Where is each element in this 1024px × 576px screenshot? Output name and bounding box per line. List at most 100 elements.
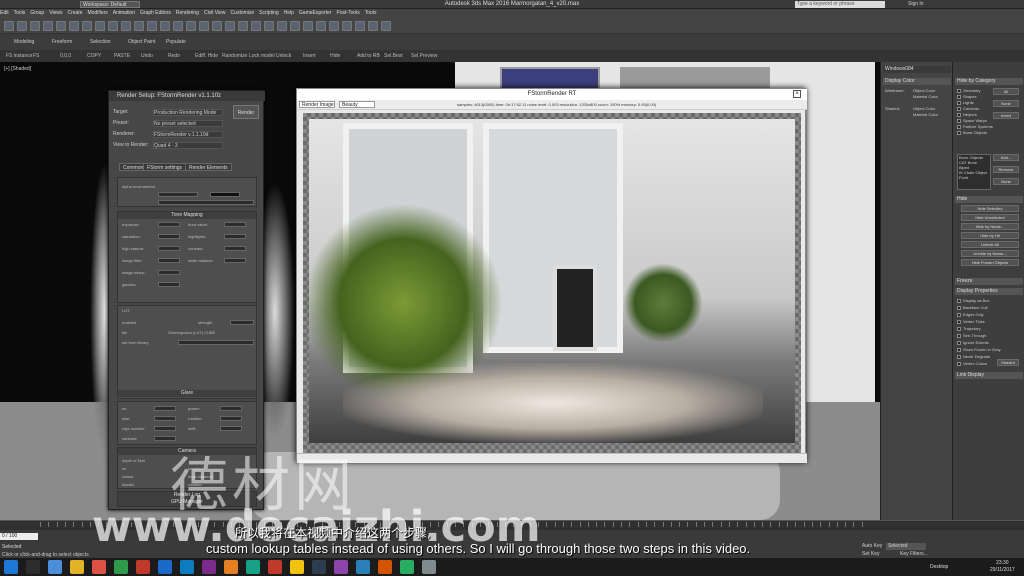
graphite-icon[interactable] (290, 21, 300, 31)
redo-icon[interactable] (17, 21, 27, 31)
checkbox-icon[interactable] (957, 118, 961, 123)
category-none-button[interactable]: None (993, 100, 1019, 107)
glare-field-input[interactable] (220, 426, 242, 431)
menu-item-views[interactable]: Views (49, 10, 62, 16)
render-icon[interactable] (368, 21, 378, 31)
lut-strength-field[interactable] (230, 320, 254, 325)
display-prop-1[interactable]: Backface Cull (957, 305, 987, 310)
tone-field-input[interactable] (158, 246, 180, 251)
rs-row-value[interactable]: No preset selected (153, 120, 223, 127)
snap-icon[interactable] (186, 21, 196, 31)
edge-icon[interactable] (158, 560, 172, 574)
display-properties-header[interactable]: Display Properties (955, 288, 1023, 295)
mirror-icon[interactable] (251, 21, 261, 31)
checkbox-icon[interactable] (957, 312, 961, 317)
illustrator-icon[interactable] (224, 560, 238, 574)
desktop-label[interactable]: Desktop (930, 564, 948, 570)
object-color-radio-2[interactable]: Object Color (913, 106, 935, 111)
hide-button-2[interactable]: Hide by Name... (961, 223, 1019, 230)
word-icon[interactable] (356, 560, 370, 574)
hide-button-1[interactable]: Hide Unselected (961, 214, 1019, 221)
rs-row-value[interactable]: Production Rendering Mode (153, 109, 223, 116)
hide-button-4[interactable]: Unhide All (961, 241, 1019, 248)
menu-item-rendering[interactable]: Rendering (176, 10, 199, 16)
category-particle-systems[interactable]: Particle Systems (957, 124, 993, 129)
mail-icon[interactable] (136, 560, 150, 574)
viewport-label[interactable]: [+] [Shaded] (4, 66, 31, 72)
display-color-header[interactable]: Display Color (883, 78, 951, 85)
display-prop-0[interactable]: Display as Box (957, 298, 989, 303)
render-canvas[interactable] (303, 113, 801, 453)
glare-header[interactable]: Glare (118, 390, 256, 397)
menu-item-edit[interactable]: Edit (0, 10, 9, 16)
frame-counter[interactable]: 0 / 100 (0, 533, 38, 540)
menu-item-animation[interactable]: Animation (113, 10, 135, 16)
checkbox-icon[interactable] (957, 298, 961, 303)
menu-item-group[interactable]: Group (30, 10, 44, 16)
taskview-icon[interactable] (48, 560, 62, 574)
material-editor-icon[interactable] (329, 21, 339, 31)
checkbox-icon[interactable] (957, 333, 961, 338)
chrome-icon[interactable] (92, 560, 106, 574)
custom-tool-6[interactable]: Redo (168, 53, 180, 59)
menu-item-scripting[interactable]: Scripting (259, 10, 278, 16)
tone-field-input[interactable] (158, 282, 180, 287)
schematic-icon[interactable] (316, 21, 326, 31)
link-display-header[interactable]: Link Display (955, 372, 1023, 379)
checkbox-icon[interactable] (957, 319, 961, 324)
scale-icon[interactable] (147, 21, 157, 31)
hide-header[interactable]: Hide (955, 196, 1023, 203)
category-all-button[interactable]: All (993, 88, 1019, 95)
selected-dropdown[interactable]: Selected (886, 543, 926, 550)
object-color-radio[interactable]: Object Color (913, 88, 935, 93)
color-swatch[interactable] (210, 192, 240, 197)
region-icon[interactable] (95, 21, 105, 31)
rs-row-value[interactable]: FStormRender v.1.1.10d (153, 131, 223, 138)
menu-item-customize[interactable]: Customize (231, 10, 255, 16)
alpha-field[interactable] (158, 192, 198, 197)
ribbon-tab-object-paint[interactable]: Object Paint (128, 39, 155, 45)
checkbox-icon[interactable] (957, 130, 961, 135)
ref-coord-icon[interactable] (160, 21, 170, 31)
rs-row-value[interactable]: Quad 4 - 3 (153, 142, 223, 149)
hide-button-6[interactable]: Hide Frozen Objects (961, 259, 1019, 266)
menu-item-graph-editors[interactable]: Graph Editors (140, 10, 171, 16)
rotate-icon[interactable] (134, 21, 144, 31)
ribbon-tab-populate[interactable]: Populate (166, 39, 186, 45)
category-helpers[interactable]: Helpers (957, 112, 977, 117)
tone-mapping-header[interactable]: Tone Mapping (118, 212, 256, 219)
setkey-label[interactable]: Set Key (862, 551, 880, 557)
settings-icon[interactable] (422, 560, 436, 574)
display-prop-9[interactable]: Vertex Colors (957, 361, 987, 366)
close-icon[interactable]: × (793, 90, 801, 98)
menu-item-create[interactable]: Create (67, 10, 82, 16)
store-icon[interactable] (114, 560, 128, 574)
tone-field-input[interactable] (224, 246, 246, 251)
display-prop-5[interactable]: See-Through (957, 333, 986, 338)
display-prop-4[interactable]: Trajectory (957, 326, 981, 331)
custom-tool-9[interactable]: Lock model (249, 53, 275, 59)
select-name-icon[interactable] (82, 21, 92, 31)
custom-tool-13[interactable]: Add to RB (357, 53, 380, 59)
category-bone-objects[interactable]: Bone Objects (957, 130, 987, 135)
custom-tool-1[interactable]: FS (33, 53, 39, 59)
display-prop-3[interactable]: Vertex Ticks (957, 319, 985, 324)
camera-icon[interactable] (400, 560, 414, 574)
tone-field-input[interactable] (224, 222, 246, 227)
curve-editor-icon[interactable] (303, 21, 313, 31)
key-filters-button[interactable]: Key Filters... (900, 551, 928, 557)
category-shapes[interactable]: Shapes (957, 94, 977, 99)
checkbox-icon[interactable] (957, 305, 961, 310)
unlink-icon[interactable] (43, 21, 53, 31)
display-prop-7[interactable]: Show Frozen in Gray (957, 347, 1001, 352)
custom-tool-3[interactable]: COPY (87, 53, 101, 59)
custom-tool-4[interactable]: PASTE (114, 53, 130, 59)
glare-field-input[interactable] (154, 406, 176, 411)
material-color-radio[interactable]: Material Color (913, 94, 938, 99)
custom-tool-11[interactable]: Insert (303, 53, 316, 59)
tone-field-input[interactable] (158, 270, 180, 275)
custom-tool-15[interactable]: Sel.Preview (411, 53, 437, 59)
checkbox-icon[interactable] (957, 94, 961, 99)
named-sel-icon[interactable] (238, 21, 248, 31)
autokey-label[interactable]: Auto Key (862, 543, 882, 549)
